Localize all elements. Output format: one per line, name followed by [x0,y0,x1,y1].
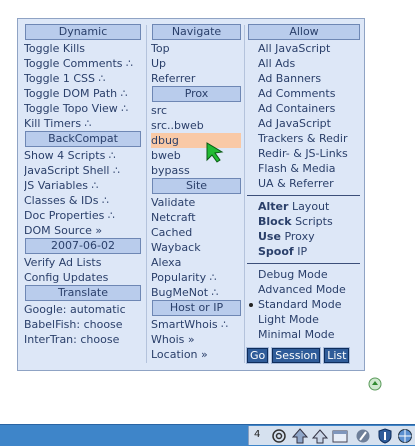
action-object: IP [297,245,308,258]
allow-redir-js-links[interactable]: Redir- & JS-Links [247,146,360,161]
link-verify-ad-lists[interactable]: Verify Ad Lists [24,255,141,270]
link-smartwhois[interactable]: SmartWhois ∴ [151,317,241,332]
up-arrow-icon[interactable] [311,428,329,444]
button-row: Go Session List [245,347,360,364]
allow-ua-referrer[interactable]: UA & Referrer [247,176,360,191]
header-dynamic[interactable]: Dynamic [25,24,141,40]
action-verb: Use [258,230,281,243]
link-bugmenot[interactable]: BugMeNot ∴ [151,285,241,300]
link-doc-properties[interactable]: Doc Properties ∴ [24,208,141,223]
action-object: Scripts [295,215,333,228]
link-toggle-topo-view[interactable]: Toggle Topo View ∴ [24,101,141,116]
link-netcraft[interactable]: Netcraft [151,210,241,225]
link-cached[interactable]: Cached [151,225,241,240]
link-wayback[interactable]: Wayback [151,240,241,255]
upload-icon[interactable] [291,428,309,444]
action-spoof-ip[interactable]: Spoof IP [247,244,360,259]
link-toggle-1-css[interactable]: Toggle 1 CSS ∴ [24,71,141,86]
column-left: Dynamic Toggle Kills Toggle Comments ∴ T… [24,24,141,347]
shield-icon[interactable] [377,428,393,444]
link-referrer[interactable]: Referrer [151,71,241,86]
link-google-translate[interactable]: Google: automatic [24,302,141,317]
go-button[interactable]: Go [245,347,270,364]
action-use-proxy[interactable]: Use Proxy [247,229,360,244]
link-toggle-dom-path[interactable]: Toggle DOM Path ∴ [24,86,141,101]
link-up[interactable]: Up [151,56,241,71]
link-popularity[interactable]: Popularity ∴ [151,270,241,285]
link-show-scripts[interactable]: Show 4 Scripts ∴ [24,148,141,163]
mode-light[interactable]: Light Mode [247,312,360,327]
link-javascript-shell[interactable]: JavaScript Shell ∴ [24,163,141,178]
column-divider [146,25,147,363]
link-toggle-kills[interactable]: Toggle Kills [24,41,141,56]
tray-count: 4 [254,429,261,440]
link-alexa[interactable]: Alexa [151,255,241,270]
link-babelfish[interactable]: BabelFish: choose [24,317,141,332]
up-arrow-icon[interactable] [368,377,382,391]
block-icon[interactable] [355,428,371,444]
selected-mode-bullet-icon [249,303,253,307]
column-divider [244,25,245,363]
allow-all-ads[interactable]: All Ads [247,56,360,71]
allow-ad-containers[interactable]: Ad Containers [247,101,360,116]
link-dom-source[interactable]: DOM Source » [24,223,141,238]
action-verb: Spoof [258,245,294,258]
mode-standard-label: Standard Mode [258,298,342,311]
action-block-scripts[interactable]: Block Scripts [247,214,360,229]
link-classes-ids[interactable]: Classes & IDs ∴ [24,193,141,208]
mode-minimal[interactable]: Minimal Mode [247,327,360,342]
window-icon[interactable] [331,428,349,444]
action-object: Proxy [284,230,315,243]
header-navigate[interactable]: Navigate [152,24,241,40]
link-location[interactable]: Location » [151,347,241,362]
link-bypass[interactable]: bypass [151,163,241,178]
column-right: Allow All JavaScript All Ads Ad Banners … [245,24,360,364]
header-date[interactable]: 2007-06-02 [25,238,141,254]
system-tray: 4 [248,426,415,445]
link-js-variables[interactable]: JS Variables ∴ [24,178,141,193]
header-site[interactable]: Site [152,178,241,194]
at-icon[interactable] [271,428,287,444]
action-verb: Alter [258,200,289,213]
divider [247,195,360,196]
header-allow[interactable]: Allow [248,24,360,40]
link-dbug[interactable]: dbug [151,133,241,148]
session-button[interactable]: Session [271,347,322,364]
link-config-updates[interactable]: Config Updates [24,270,141,285]
allow-all-javascript[interactable]: All JavaScript [247,41,360,56]
allow-trackers-redir[interactable]: Trackers & Redir [247,131,360,146]
allow-flash-media[interactable]: Flash & Media [247,161,360,176]
link-validate[interactable]: Validate [151,195,241,210]
link-src-bweb[interactable]: src..bweb [151,118,241,133]
header-prox[interactable]: Prox [152,86,241,102]
link-bweb[interactable]: bweb [151,148,241,163]
link-kill-timers[interactable]: Kill Timers ∴ [24,116,141,131]
allow-ad-banners[interactable]: Ad Banners [247,71,360,86]
mode-debug[interactable]: Debug Mode [247,267,360,282]
allow-ad-javascript[interactable]: Ad JavaScript [247,116,360,131]
globe-icon[interactable] [397,428,413,444]
link-toggle-comments[interactable]: Toggle Comments ∴ [24,56,141,71]
mode-advanced[interactable]: Advanced Mode [247,282,360,297]
control-panel: Dynamic Toggle Kills Toggle Comments ∴ T… [17,18,365,371]
column-middle: Navigate Top Up Referrer Prox src src..b… [151,24,241,362]
taskbar: 4 [0,424,415,446]
divider [247,263,360,264]
list-button[interactable]: List [323,347,351,364]
action-object: Layout [291,200,330,213]
link-whois[interactable]: Whois » [151,332,241,347]
cursor-arrow-icon [206,142,224,163]
allow-ad-comments[interactable]: Ad Comments [247,86,360,101]
header-host-or-ip[interactable]: Host or IP [152,300,241,316]
link-src[interactable]: src [151,103,241,118]
header-backcompat[interactable]: BackCompat [25,131,141,147]
header-translate[interactable]: Translate [25,285,141,301]
link-intertran[interactable]: InterTran: choose [24,332,141,347]
link-top[interactable]: Top [151,41,241,56]
action-verb: Block [258,215,292,228]
mode-standard[interactable]: Standard Mode [247,297,360,312]
action-alter-layout[interactable]: Alter Layout [247,199,360,214]
